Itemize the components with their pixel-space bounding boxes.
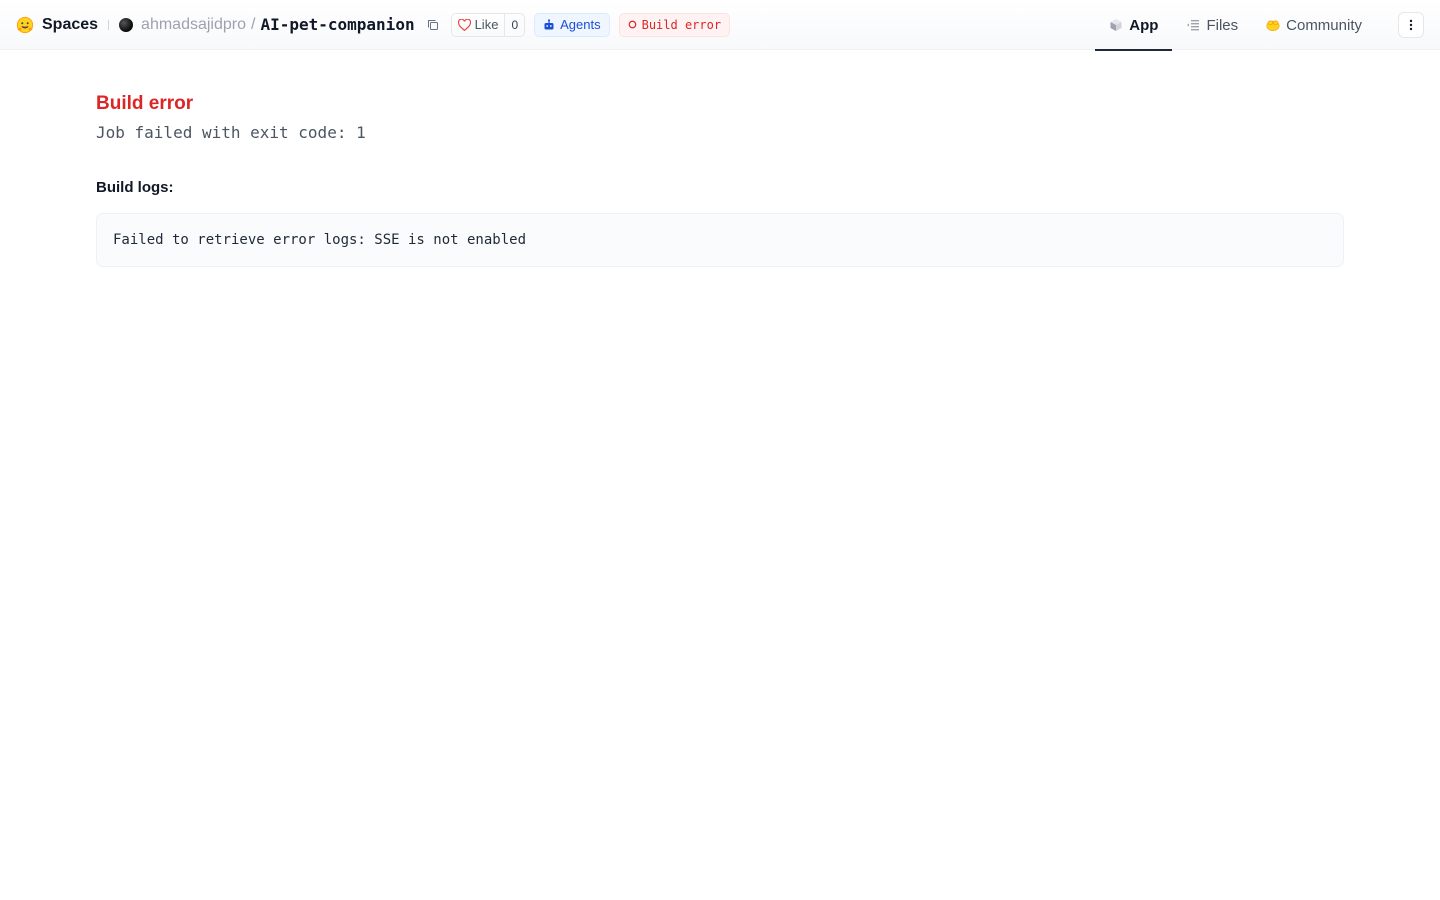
like-label: Like: [474, 17, 499, 32]
owner-link[interactable]: ahmadsajidpro: [141, 16, 246, 34]
tab-files[interactable]: Files: [1172, 0, 1252, 50]
agents-label: Agents: [560, 17, 601, 32]
copy-repo-name-button[interactable]: [425, 17, 441, 33]
tab-files-label: Files: [1206, 16, 1239, 34]
spaces-label: Spaces: [42, 15, 99, 33]
copy-icon: [427, 19, 438, 30]
like-group: Like 0: [450, 12, 526, 37]
build-logs-heading: Build logs:: [96, 179, 174, 196]
error-circle-icon: [628, 20, 636, 29]
tab-app[interactable]: App: [1095, 0, 1173, 51]
like-count[interactable]: 0: [504, 13, 524, 36]
repo-name-link[interactable]: AI-pet-companion: [260, 15, 414, 34]
tab-community-label: Community: [1286, 16, 1362, 34]
files-icon: [1187, 20, 1200, 31]
tab-app-label: App: [1129, 16, 1159, 34]
repo-breadcrumb: ahmadsajidpro / AI-pet-companion: [119, 15, 415, 34]
build-logs-box: Failed to retrieve error logs: SSE is no…: [96, 213, 1344, 267]
hugging-face-logo-icon: [16, 16, 34, 33]
robot-icon: [544, 18, 554, 29]
owner-avatar[interactable]: [119, 17, 134, 32]
top-header: Spaces ahmadsajidpro / AI-pet-companion …: [0, 0, 1440, 51]
vertical-dots-icon: [1409, 19, 1413, 31]
build-status-label: Build error: [641, 17, 722, 32]
more-options-button[interactable]: [1398, 12, 1424, 38]
space-tabs: App Files Community: [1095, 0, 1376, 51]
cube-icon: [1110, 19, 1122, 31]
header-divider: [108, 19, 110, 30]
error-title: Build error: [96, 93, 194, 114]
spaces-home-link[interactable]: Spaces: [16, 16, 98, 34]
agents-badge[interactable]: Agents: [534, 12, 610, 37]
heart-icon: [457, 18, 471, 31]
main-content: Build error Job failed with exit code: 1…: [0, 50, 1440, 267]
like-button[interactable]: Like: [451, 13, 505, 36]
error-detail: Job failed with exit code: 1: [96, 123, 366, 142]
community-icon: [1266, 20, 1280, 32]
breadcrumb-separator: /: [251, 15, 256, 33]
tab-community[interactable]: Community: [1252, 0, 1376, 50]
build-status-badge[interactable]: Build error: [618, 12, 731, 37]
build-logs-text: Failed to retrieve error logs: SSE is no…: [113, 232, 527, 248]
